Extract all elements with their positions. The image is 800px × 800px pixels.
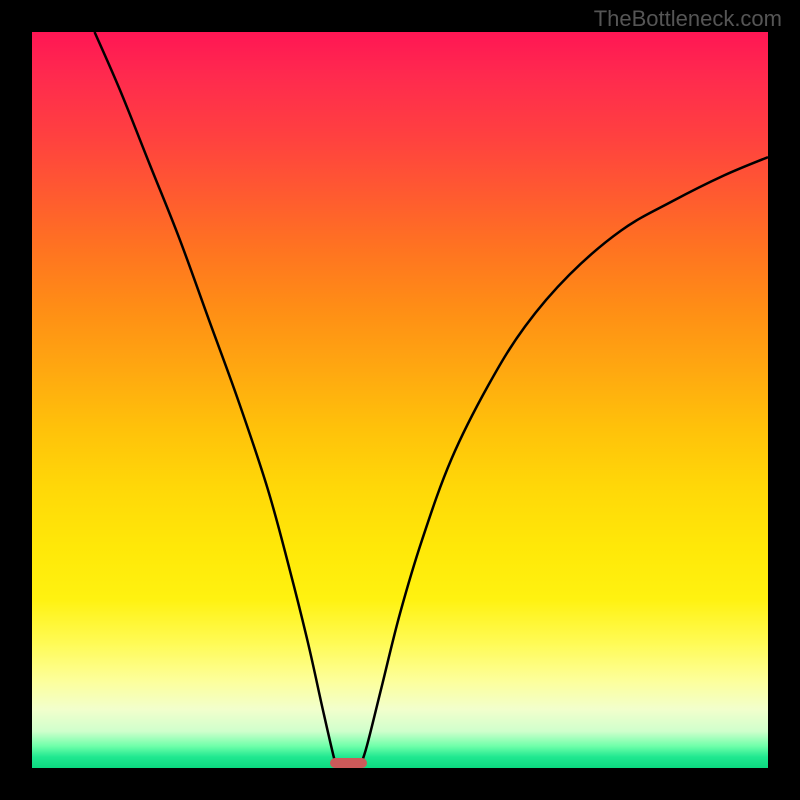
left-curve-path (95, 32, 338, 768)
bottleneck-marker (330, 758, 367, 768)
right-curve-path (360, 157, 768, 768)
watermark-text: TheBottleneck.com (594, 6, 782, 32)
chart-plot-area (32, 32, 768, 768)
chart-curves-svg (32, 32, 768, 768)
